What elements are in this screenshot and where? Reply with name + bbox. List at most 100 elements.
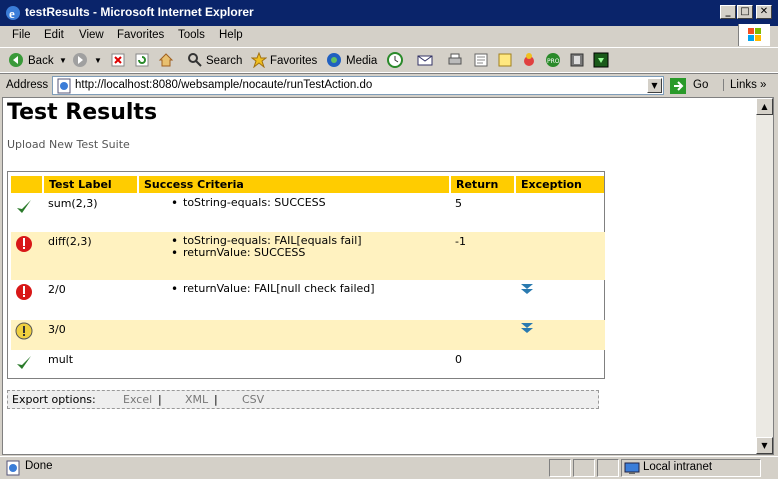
intranet-icon bbox=[624, 462, 640, 474]
return-value: 5 bbox=[455, 197, 462, 210]
links-label: Links bbox=[730, 79, 757, 91]
menu-edit[interactable]: Edit bbox=[44, 29, 64, 41]
expand-exception-icon[interactable] bbox=[520, 322, 534, 334]
ie-icon: e bbox=[6, 6, 20, 21]
favorites-star-icon[interactable] bbox=[251, 52, 267, 68]
test-label: diff(2,3) bbox=[48, 235, 92, 248]
export-separator: | bbox=[158, 393, 162, 406]
page-title: Test Results bbox=[7, 100, 158, 125]
vertical-scrollbar[interactable]: ▲ ▼ bbox=[756, 98, 773, 454]
page-icon bbox=[57, 78, 71, 94]
menu-favorites[interactable]: Favorites bbox=[117, 29, 164, 41]
home-icon[interactable] bbox=[158, 52, 174, 68]
back-button[interactable]: Back bbox=[28, 52, 54, 70]
export-options: Export options: Excel | XML | CSV bbox=[7, 390, 599, 409]
scroll-down-icon[interactable]: ▼ bbox=[756, 437, 773, 454]
status-pane bbox=[597, 459, 619, 477]
table-row: mult 0 bbox=[11, 350, 605, 378]
toolbar: Back ▼ ▼ Search Favorites Media PRO bbox=[0, 48, 778, 73]
address-label: Address bbox=[6, 79, 49, 91]
research-icon[interactable] bbox=[569, 52, 585, 68]
messenger-icon[interactable] bbox=[521, 52, 537, 68]
header-success-criteria: Success Criteria bbox=[139, 176, 449, 193]
forward-icon[interactable] bbox=[72, 52, 88, 68]
svg-text:e: e bbox=[9, 6, 15, 21]
stop-icon[interactable] bbox=[110, 52, 126, 68]
menu-bar: File Edit View Favorites Tools Help bbox=[0, 26, 778, 48]
menu-file[interactable]: File bbox=[12, 29, 31, 41]
mail-icon[interactable] bbox=[417, 52, 433, 68]
export-xml-link[interactable]: XML bbox=[185, 393, 208, 406]
warning-icon bbox=[15, 322, 33, 340]
address-input[interactable]: http://localhost:8080/websample/nocaute/… bbox=[52, 76, 664, 95]
table-row: sum(2,3) toString-equals: SUCCESS 5 bbox=[11, 194, 605, 232]
media-button[interactable]: Media bbox=[346, 52, 377, 70]
address-bar: Address http://localhost:8080/websample/… bbox=[0, 73, 778, 97]
back-icon[interactable] bbox=[8, 52, 24, 68]
header-status bbox=[11, 176, 42, 193]
table-row: 2/0 returnValue: FAIL[null check failed] bbox=[11, 280, 605, 320]
export-label: Export options: bbox=[12, 393, 96, 406]
table-row: diff(2,3) toString-equals: FAIL[equals f… bbox=[11, 232, 605, 280]
svg-text:PRO: PRO bbox=[547, 58, 560, 65]
error-icon bbox=[16, 236, 32, 252]
criteria-list: toString-equals: FAIL[equals fail] retur… bbox=[146, 235, 362, 260]
address-url[interactable]: http://localhost:8080/websample/nocaute/… bbox=[75, 79, 372, 91]
results-table: Test Label Success Criteria Return Excep… bbox=[7, 171, 605, 379]
address-dropdown-icon[interactable]: ▼ bbox=[647, 78, 662, 93]
minimize-button[interactable]: _ bbox=[720, 5, 736, 19]
header-test-label: Test Label bbox=[44, 176, 137, 193]
return-value: -1 bbox=[455, 235, 466, 248]
menu-help[interactable]: Help bbox=[219, 29, 243, 41]
test-label: mult bbox=[48, 353, 74, 366]
windows-logo-icon bbox=[738, 24, 770, 46]
links-button[interactable]: Links » bbox=[723, 79, 766, 91]
zone-pane: Local intranet bbox=[621, 459, 761, 477]
test-label: sum(2,3) bbox=[48, 197, 98, 210]
criteria-item: returnValue: SUCCESS bbox=[146, 247, 362, 260]
status-pane bbox=[549, 459, 571, 477]
expand-exception-icon[interactable] bbox=[520, 283, 534, 295]
maximize-button[interactable]: □ bbox=[737, 5, 753, 19]
header-exception: Exception bbox=[516, 176, 604, 193]
check-icon bbox=[17, 200, 31, 213]
title-bar: e testResults - Microsoft Internet Explo… bbox=[0, 0, 778, 26]
print-icon[interactable] bbox=[447, 52, 463, 68]
page-done-icon bbox=[6, 460, 20, 476]
refresh-icon[interactable] bbox=[134, 52, 150, 68]
close-button[interactable]: ✕ bbox=[756, 5, 772, 19]
media-icon[interactable] bbox=[326, 52, 342, 68]
zone-label: Local intranet bbox=[643, 461, 713, 473]
header-return: Return bbox=[451, 176, 514, 193]
criteria-item: returnValue: FAIL[null check failed] bbox=[146, 283, 375, 296]
search-icon[interactable] bbox=[187, 52, 203, 68]
criteria-item: toString-equals: SUCCESS bbox=[146, 197, 326, 210]
go-label: Go bbox=[693, 79, 709, 91]
error-icon bbox=[16, 284, 32, 300]
go-arrow-icon bbox=[670, 78, 686, 94]
criteria-list: returnValue: FAIL[null check failed] bbox=[146, 283, 375, 296]
menu-view[interactable]: View bbox=[79, 29, 104, 41]
forward-dropdown-icon[interactable]: ▼ bbox=[94, 52, 102, 70]
content-area: Test Results Upload New Test Suite Test … bbox=[2, 97, 774, 455]
test-label: 3/0 bbox=[48, 323, 66, 336]
pro-icon[interactable]: PRO bbox=[545, 52, 561, 68]
favorites-button[interactable]: Favorites bbox=[270, 52, 317, 70]
discuss-icon[interactable] bbox=[497, 52, 513, 68]
export-excel-link[interactable]: Excel bbox=[123, 393, 152, 406]
menu-tools[interactable]: Tools bbox=[178, 29, 205, 41]
scroll-up-icon[interactable]: ▲ bbox=[756, 98, 773, 115]
download-icon[interactable] bbox=[593, 52, 609, 68]
history-icon[interactable] bbox=[387, 52, 403, 68]
search-button[interactable]: Search bbox=[206, 52, 242, 70]
edit-icon[interactable] bbox=[473, 52, 489, 68]
export-separator: | bbox=[214, 393, 218, 406]
table-row: 3/0 bbox=[11, 320, 605, 350]
status-text: Done bbox=[25, 460, 53, 472]
export-csv-link[interactable]: CSV bbox=[242, 393, 264, 406]
window-title: testResults - Microsoft Internet Explore… bbox=[25, 5, 254, 19]
status-bar: Done Local intranet bbox=[0, 456, 778, 479]
upload-link[interactable]: Upload New Test Suite bbox=[7, 138, 130, 151]
back-dropdown-icon[interactable]: ▼ bbox=[59, 52, 67, 70]
check-icon bbox=[17, 356, 31, 369]
